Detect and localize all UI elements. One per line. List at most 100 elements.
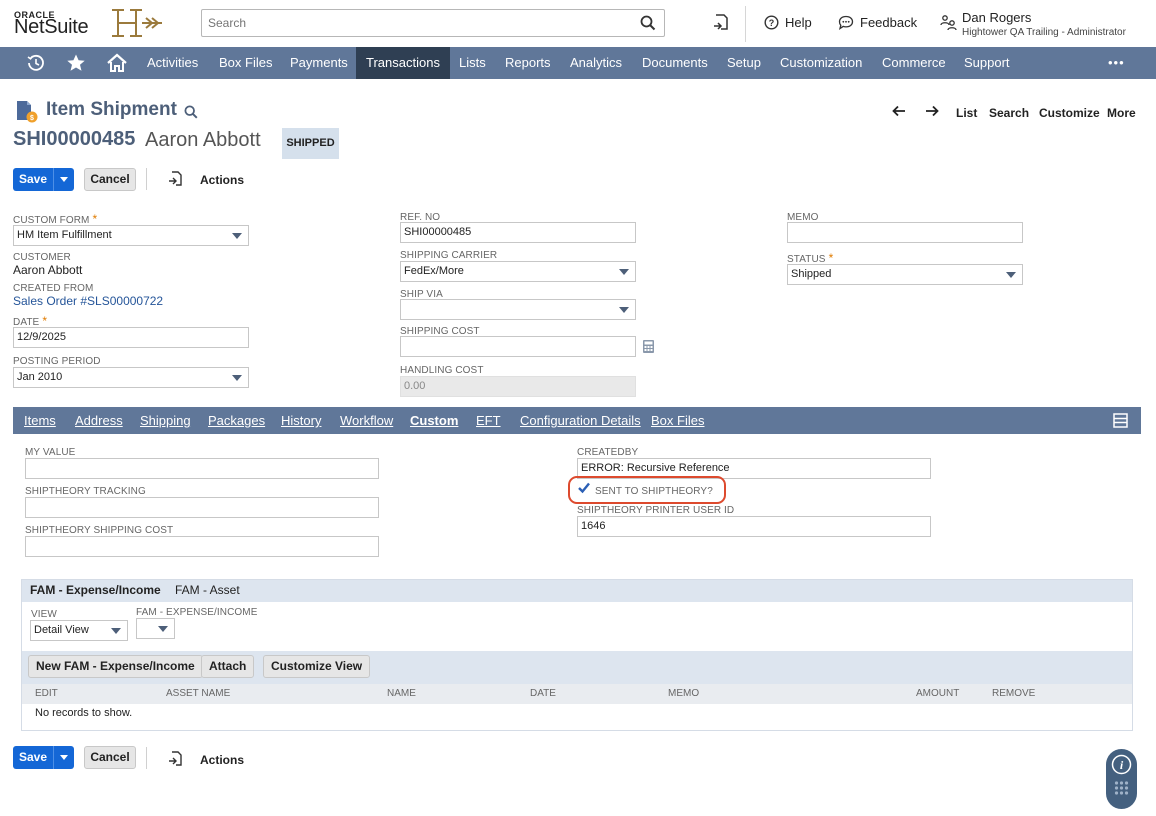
chevron-down-icon (1006, 272, 1016, 278)
actions-menu-bottom[interactable]: Actions (200, 753, 244, 767)
fam-expense-income-select[interactable] (136, 618, 175, 639)
save-button[interactable]: Save (13, 168, 53, 191)
tab-custom[interactable]: Custom (410, 407, 458, 434)
favorites-star-icon[interactable] (66, 53, 86, 76)
next-record-arrow-icon[interactable] (925, 104, 939, 121)
cancel-button-bottom[interactable]: Cancel (84, 746, 136, 769)
calculator-icon[interactable] (642, 339, 655, 357)
tab-box-files[interactable]: Box Files (651, 407, 704, 434)
fam-view-select[interactable]: Detail View (30, 620, 128, 641)
user-roles-icon[interactable] (940, 14, 957, 34)
fam-tab-bar: FAM - Expense/Income FAM - Asset (22, 580, 1132, 602)
nav-reports[interactable]: Reports (495, 47, 561, 79)
search-link[interactable]: Search (989, 106, 1029, 120)
tab-fam-expense-income[interactable]: FAM - Expense/Income (30, 583, 161, 597)
ship-via-select[interactable] (400, 299, 636, 320)
global-search[interactable] (201, 9, 665, 37)
customize-view-button[interactable]: Customize View (263, 655, 371, 678)
date-field[interactable]: 12/9/2025 (13, 327, 249, 348)
shipping-carrier-select[interactable]: FedEx/More (400, 261, 636, 282)
tab-shipping[interactable]: Shipping (140, 407, 191, 434)
column-memo[interactable]: MEMO (668, 688, 699, 699)
column-asset-name[interactable]: ASSET NAME (166, 688, 230, 699)
nav-commerce[interactable]: Commerce (872, 47, 956, 79)
record-search-icon[interactable] (184, 105, 198, 122)
chevron-down-icon (619, 269, 629, 275)
shiptheory-tracking-field[interactable] (25, 497, 379, 518)
save-dropdown-button[interactable] (53, 168, 74, 191)
actions-icon-bottom[interactable] (168, 750, 184, 771)
chevron-down-icon (232, 233, 242, 239)
my-value-field[interactable] (25, 458, 379, 479)
more-link[interactable]: More (1107, 106, 1136, 120)
nav-customization[interactable]: Customization (770, 47, 872, 79)
home-icon[interactable] (106, 53, 128, 76)
tab-address[interactable]: Address (75, 407, 123, 434)
created-from-label: CREATED FROM (13, 283, 94, 294)
feedback-link[interactable]: Feedback (838, 15, 917, 30)
recent-records-icon[interactable] (712, 13, 730, 36)
nav-transactions[interactable]: Transactions (356, 47, 450, 79)
feedback-icon (838, 15, 854, 30)
chevron-down-icon (619, 307, 629, 313)
cancel-button[interactable]: Cancel (84, 168, 136, 191)
customer-label: CUSTOMER (13, 252, 71, 263)
nav-lists[interactable]: Lists (449, 47, 496, 79)
nav-setup[interactable]: Setup (717, 47, 771, 79)
user-name[interactable]: Dan Rogers (962, 10, 1031, 25)
customize-link[interactable]: Customize (1039, 106, 1100, 120)
nav-payments[interactable]: Payments (280, 47, 358, 79)
search-input[interactable] (202, 10, 622, 36)
chevron-down-icon (232, 375, 242, 381)
ref-no-field[interactable]: SHI00000485 (400, 222, 636, 243)
fam-expense-income-label: FAM - EXPENSE/INCOME (136, 607, 258, 618)
save-button-bottom[interactable]: Save (13, 746, 53, 769)
memo-field[interactable] (787, 222, 1023, 243)
list-link[interactable]: List (956, 106, 977, 120)
posting-period-select[interactable]: Jan 2010 (13, 367, 249, 388)
nav-documents[interactable]: Documents (632, 47, 718, 79)
info-widget[interactable]: i (1106, 749, 1137, 809)
custom-form-label: CUSTOM FORM * (13, 212, 98, 226)
previous-record-arrow-icon[interactable] (892, 104, 906, 121)
tab-workflow[interactable]: Workflow (340, 407, 393, 434)
fam-view-label: VIEW (31, 609, 57, 620)
new-fam-expense-income-button[interactable]: New FAM - Expense/Income (28, 655, 203, 678)
printer-user-id-field[interactable]: 1646 (577, 516, 931, 537)
tab-items[interactable]: Items (24, 407, 56, 434)
recent-history-icon[interactable] (26, 53, 46, 76)
tab-fam-asset[interactable]: FAM - Asset (175, 583, 240, 597)
customer-value: Aaron Abbott (13, 263, 83, 277)
nav-box-files[interactable]: Box Files (209, 47, 282, 79)
custom-form-select[interactable]: HM Item Fulfillment (13, 225, 249, 246)
column-amount[interactable]: AMOUNT (916, 688, 959, 699)
nav-analytics[interactable]: Analytics (560, 47, 632, 79)
actions-icon[interactable] (168, 170, 184, 191)
created-from-link[interactable]: Sales Order #SLS00000722 (13, 294, 163, 308)
shiptheory-shipping-cost-field[interactable] (25, 536, 379, 557)
tab-configuration-details[interactable]: Configuration Details (520, 407, 641, 434)
actions-menu[interactable]: Actions (200, 173, 244, 187)
shipping-cost-field[interactable] (400, 336, 636, 357)
chevron-down-icon (111, 628, 121, 634)
user-role[interactable]: Hightower QA Trailing - Administrator (962, 27, 1126, 38)
status-select[interactable]: Shipped (787, 264, 1023, 285)
tab-history[interactable]: History (281, 407, 321, 434)
column-remove[interactable]: REMOVE (992, 688, 1035, 699)
column-date[interactable]: DATE (530, 688, 556, 699)
column-name[interactable]: NAME (387, 688, 416, 699)
nav-more-menu[interactable]: ••• (1098, 47, 1135, 79)
tab-packages[interactable]: Packages (208, 407, 265, 434)
handling-cost-field: 0.00 (400, 376, 636, 397)
attach-button[interactable]: Attach (201, 655, 255, 678)
help-link[interactable]: ? Help (764, 15, 812, 30)
record-id: SHI00000485 (13, 128, 136, 150)
subtab-layout-toggle-icon[interactable] (1113, 413, 1128, 431)
column-edit[interactable]: EDIT (35, 688, 58, 699)
nav-support[interactable]: Support (954, 47, 1020, 79)
save-dropdown-button-bottom[interactable] (53, 746, 74, 769)
tab-eft[interactable]: EFT (476, 407, 501, 434)
nav-activities[interactable]: Activities (137, 47, 208, 79)
search-icon[interactable] (640, 15, 656, 31)
status-label: STATUS * (787, 251, 834, 265)
